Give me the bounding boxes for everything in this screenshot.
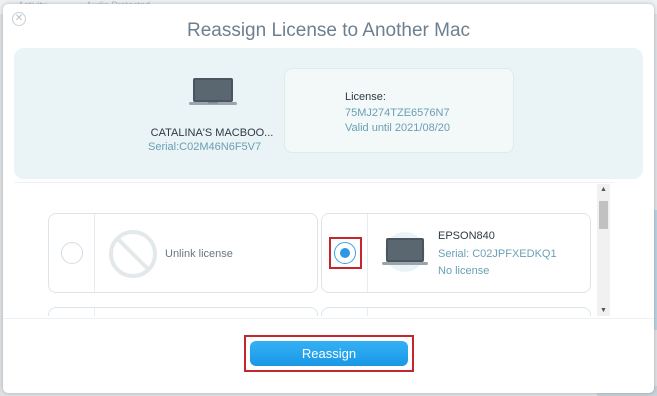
laptop-icon	[382, 232, 428, 272]
license-validity: Valid until 2021/08/20	[345, 122, 450, 134]
option-card-partial[interactable]	[321, 307, 591, 316]
current-license-panel: CATALINA'S MACBOO... Serial:C02M46N6F5V7…	[14, 48, 643, 179]
radio-unlink[interactable]	[61, 242, 83, 264]
scroll-thumb[interactable]	[599, 201, 608, 229]
reassign-button[interactable]: Reassign	[250, 341, 408, 366]
device-license-status: No license	[438, 265, 490, 277]
option-card-unlink[interactable]: Unlink license	[48, 213, 318, 293]
license-key: 75MJ274TZE6576N7	[345, 107, 450, 119]
laptop-icon	[189, 78, 237, 105]
radio-column	[49, 214, 95, 292]
current-mac-serial: Serial:C02M46N6F5V7	[148, 141, 262, 153]
highlight-box-radio	[329, 237, 362, 269]
unlink-label: Unlink license	[165, 248, 233, 260]
license-card: License: 75MJ274TZE6576N7 Valid until 20…	[284, 68, 514, 153]
device-serial: Serial: C02JPFXEDKQ1	[438, 248, 557, 260]
unlink-icon	[109, 230, 157, 278]
scroll-down-arrow-icon[interactable]: ▼	[597, 307, 610, 314]
license-label: License:	[345, 91, 386, 103]
dialog-title: Reassign License to Another Mac	[186, 20, 471, 41]
radio-column	[49, 308, 95, 316]
option-card-partial[interactable]	[48, 307, 318, 316]
list-scrollbar[interactable]: ▲ ▼	[597, 184, 610, 316]
current-mac-name: CATALINA'S MACBOO...	[150, 127, 274, 139]
mac-options-list: Unlink license EPSON840 Serial: C02JPFXE…	[14, 182, 614, 316]
reassign-license-dialog: ✕ Reassign License to Another Mac CATALI…	[3, 4, 654, 393]
footer-divider	[3, 318, 654, 319]
device-name: EPSON840	[438, 230, 495, 242]
radio-column	[322, 308, 368, 316]
scroll-up-arrow-icon[interactable]: ▲	[597, 186, 610, 193]
